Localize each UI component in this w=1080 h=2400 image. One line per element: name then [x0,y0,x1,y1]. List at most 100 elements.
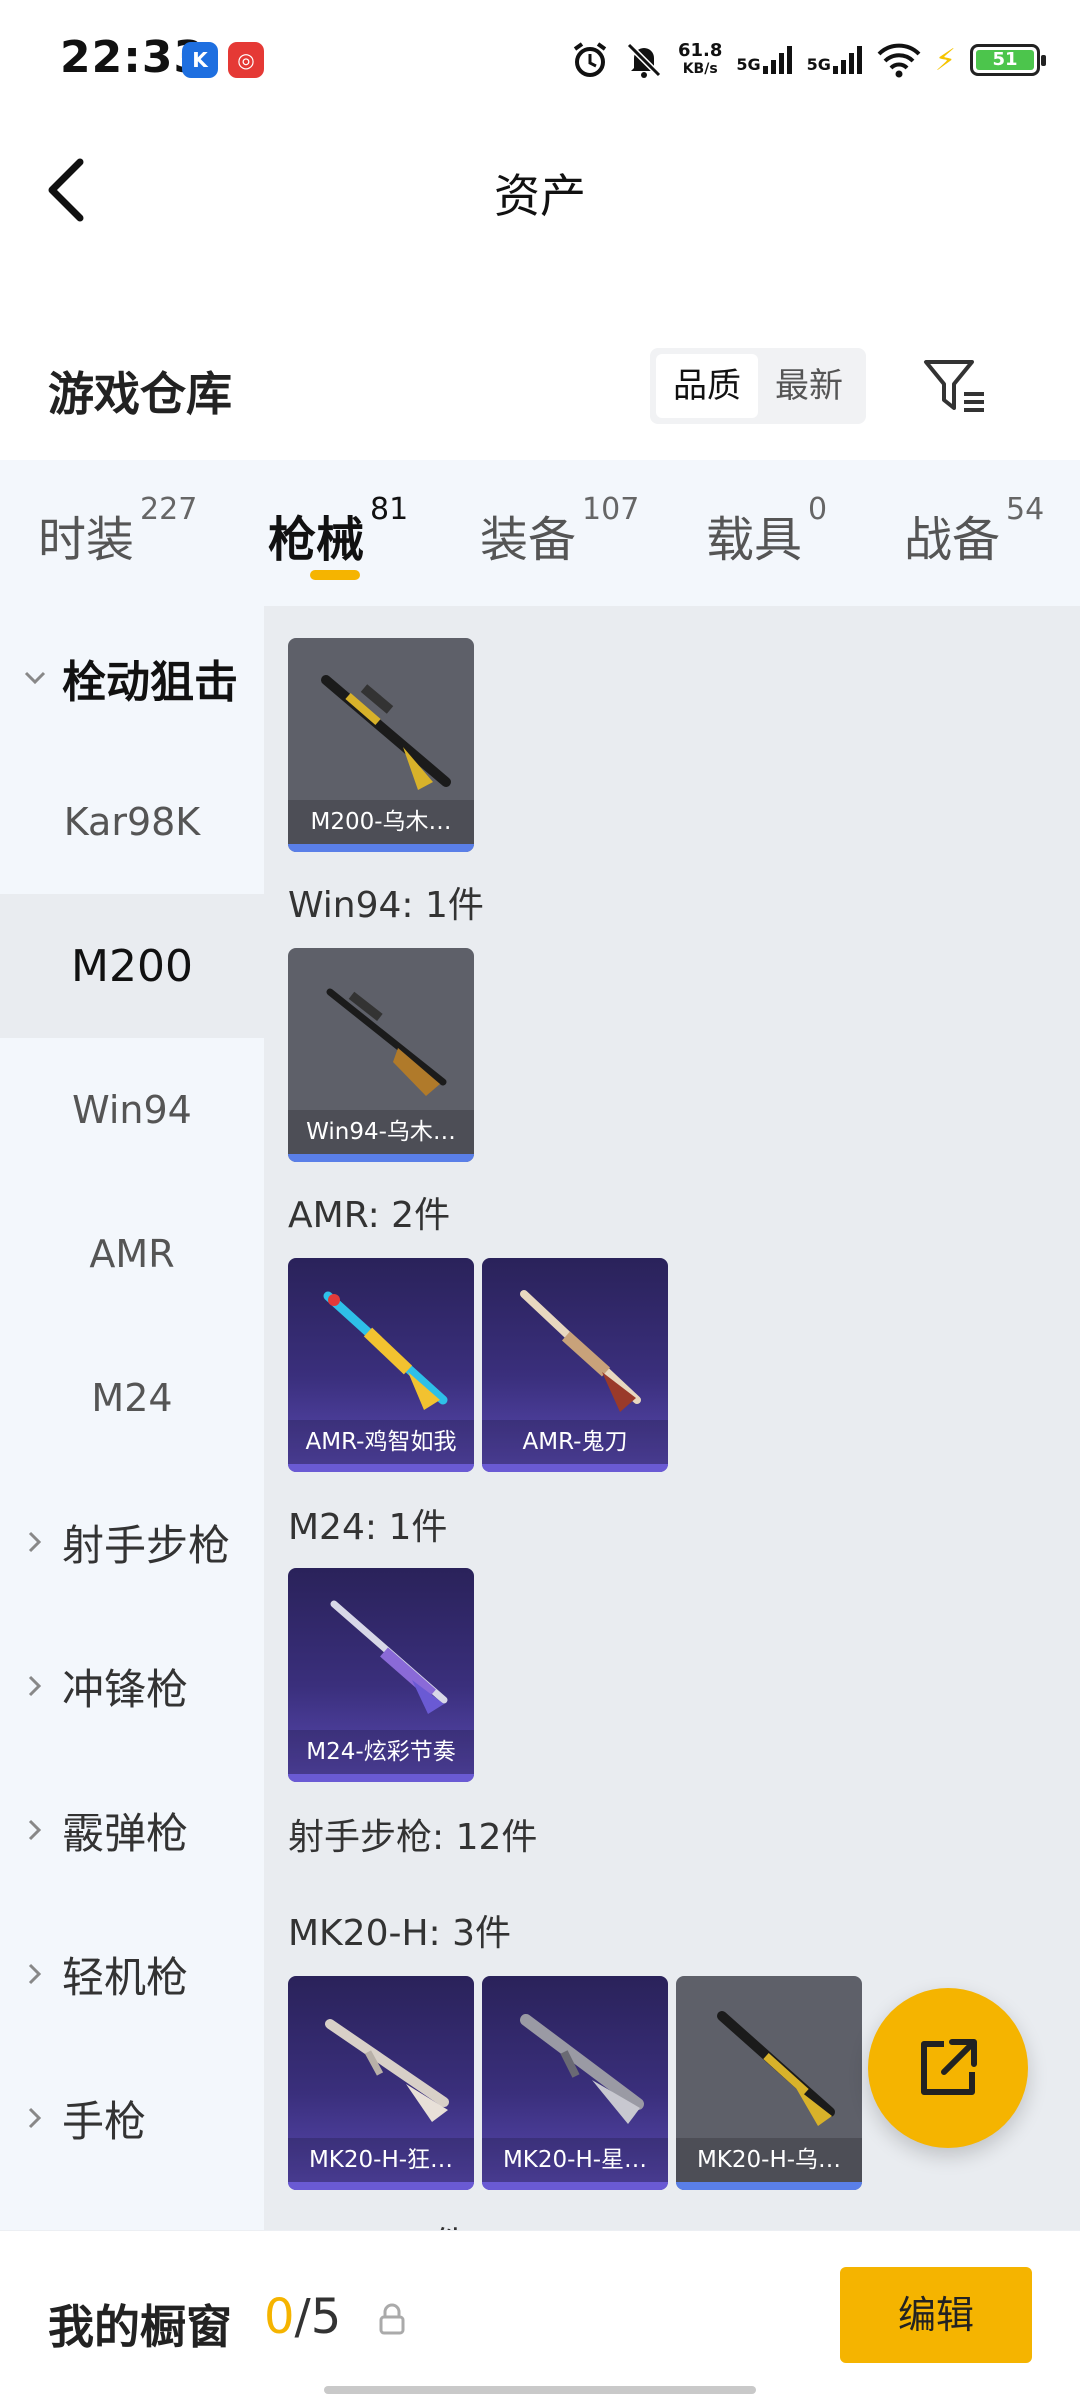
assets-page: 22:33 K ◎ 61.8 KB/s 5G 5G ⚡ 51 资产 游戏仓库 品质… [0,0,1080,2400]
mk20-rifle-icon [325,2019,449,2122]
tab-count: 227 [140,492,198,527]
status-bar: 22:33 K ◎ 61.8 KB/s 5G 5G ⚡ 51 [0,0,1080,120]
tab-label: 枪械 [268,512,365,568]
sort-quality-button[interactable]: 品质 [656,354,758,418]
tab-count: 54 [1006,492,1045,527]
signal-5g-2: 5G [807,46,863,74]
sidebar-item-m200[interactable]: M200 [0,894,264,1038]
tab-fashion[interactable]: 时装227 [38,492,197,570]
signal-bars-icon [832,46,862,74]
speed-value: 61.8 [677,40,723,61]
tab-count: 0 [808,492,828,527]
tab-count: 81 [370,492,409,527]
tab-label: 战备 [904,512,1001,568]
weapon-card[interactable]: Win94-乌木… [288,948,474,1162]
sidebar-item-amr[interactable]: AMR [0,1182,264,1326]
status-indicators: 61.8 KB/s 5G 5G ⚡ 51 [570,36,1046,84]
filter-icon[interactable] [922,356,988,416]
weapon-group-label: Win94: 1件 [288,885,484,926]
rarity-bar [482,2182,668,2190]
chevron-right-icon [28,1963,42,1985]
app-notification-icon: ◎ [228,42,264,78]
tab-vehicles[interactable]: 载具0 [706,492,827,570]
weapon-group-label: AMR: 2件 [288,1195,451,1236]
weapon-name: AMR-鸡智如我 [288,1420,474,1464]
sort-newest-button[interactable]: 最新 [758,354,860,418]
network-speed: 61.8 KB/s [678,42,722,78]
chevron-right-icon [28,2107,42,2129]
sidebar-group-smg[interactable]: 冲锋枪 [0,1614,264,1758]
weapon-card[interactable]: AMR-鬼刀 [482,1258,668,1472]
chevron-right-icon [28,1819,42,1841]
sidebar-group-bolt-action[interactable]: 栓动狙击 [0,606,264,750]
battery-level: 51 [976,50,1034,70]
edit-button[interactable]: 编辑 [840,2267,1032,2363]
rarity-bar [482,1464,668,1472]
weapon-name: AMR-鬼刀 [482,1420,668,1464]
weapon-name: MK20-H-狂… [288,2138,474,2182]
weapon-card[interactable]: MK20-H-乌… [676,1976,862,2190]
weapon-card[interactable]: AMR-鸡智如我 [288,1258,474,1472]
page-title: 资产 [494,169,586,223]
rarity-bar [288,1774,474,1782]
weapon-name: MK20-H-星… [482,2138,668,2182]
amr-rifle-icon [323,1291,448,1410]
weapon-card[interactable]: MK20-H-星… [482,1976,668,2190]
home-indicator[interactable] [324,2386,756,2394]
sidebar-item-kar98k[interactable]: Kar98K [0,750,264,894]
mute-bell-icon [626,42,662,78]
chevron-down-icon [24,671,46,685]
sidebar-group-label: 霰弹枪 [62,1808,189,1858]
m24-rifle-icon [330,1600,448,1714]
weapon-category-sidebar: 栓动狙击 Kar98K M200 Win94 AMR M24 射手步枪 冲锋枪 … [0,606,264,2230]
weapon-card[interactable]: MK20-H-狂… [288,1976,474,2190]
weapon-card[interactable]: M24-炫彩节奏 [288,1568,474,1782]
tab-label: 时装 [38,512,135,568]
sidebar-item-m24[interactable]: M24 [0,1326,264,1470]
sidebar-group-lmg[interactable]: 轻机枪 [0,1902,264,2046]
tab-label: 装备 [480,512,577,568]
mk20-rifle-icon [717,2011,835,2126]
signal-bars-icon [762,46,792,74]
tab-supplies[interactable]: 战备54 [904,492,1044,570]
showcase-label: 我的橱窗 [48,2300,232,2354]
signal-5g-1: 5G [736,46,792,74]
tab-label: 载具 [706,512,803,568]
sidebar-group-pistol[interactable]: 手枪 [0,2046,264,2190]
weapon-grid: M200-乌木… Win94: 1件 Win94-乌木… AMR: 2件 AMR… [264,606,1080,2230]
signal-label: 5G [736,55,761,74]
alarm-icon [573,42,607,77]
lever-rifle-icon [326,988,447,1096]
showcase-count: 0/5 [264,2289,341,2345]
sidebar-group-shotgun[interactable]: 霰弹枪 [0,1758,264,1902]
mk20-rifle-icon [520,2014,644,2124]
showcase-total: /5 [294,2289,342,2345]
showcase-bar: 我的橱窗 0/5 编辑 [0,2230,1080,2400]
weapon-card[interactable]: M200-乌木… [288,638,474,852]
sidebar-item-win94[interactable]: Win94 [0,1038,264,1182]
sidebar-group-label: 栓动狙击 [62,657,238,708]
chevron-right-icon [28,1531,42,1553]
sidebar-group-label: 手枪 [62,2096,147,2146]
signal-label: 5G [806,55,831,74]
speed-unit: KB/s [682,61,718,77]
tab-equipment[interactable]: 装备107 [480,492,639,570]
lock-icon [379,2303,405,2335]
category-tabs: 时装227 枪械81 装备107 载具0 战备54 [0,460,1080,606]
chevron-right-icon [28,1675,42,1697]
share-button[interactable] [868,1988,1028,2148]
app-notification-icon: K [182,42,218,78]
amr-rifle-icon [520,1290,641,1412]
wifi-icon [877,43,921,78]
weapon-group-label: MK20-H: 3件 [288,1913,512,1954]
rarity-bar [288,1154,474,1162]
tab-guns[interactable]: 枪械81 [268,492,408,570]
rarity-bar [676,2182,862,2190]
share-external-icon [921,2039,977,2095]
showcase-current: 0 [264,2289,295,2345]
weapon-name: M24-炫彩节奏 [288,1730,474,1774]
battery-icon: 51 [970,44,1046,76]
sidebar-group-label: 射手步枪 [62,1520,231,1570]
weapon-name: M200-乌木… [288,800,474,844]
sidebar-group-marksman[interactable]: 射手步枪 [0,1470,264,1614]
